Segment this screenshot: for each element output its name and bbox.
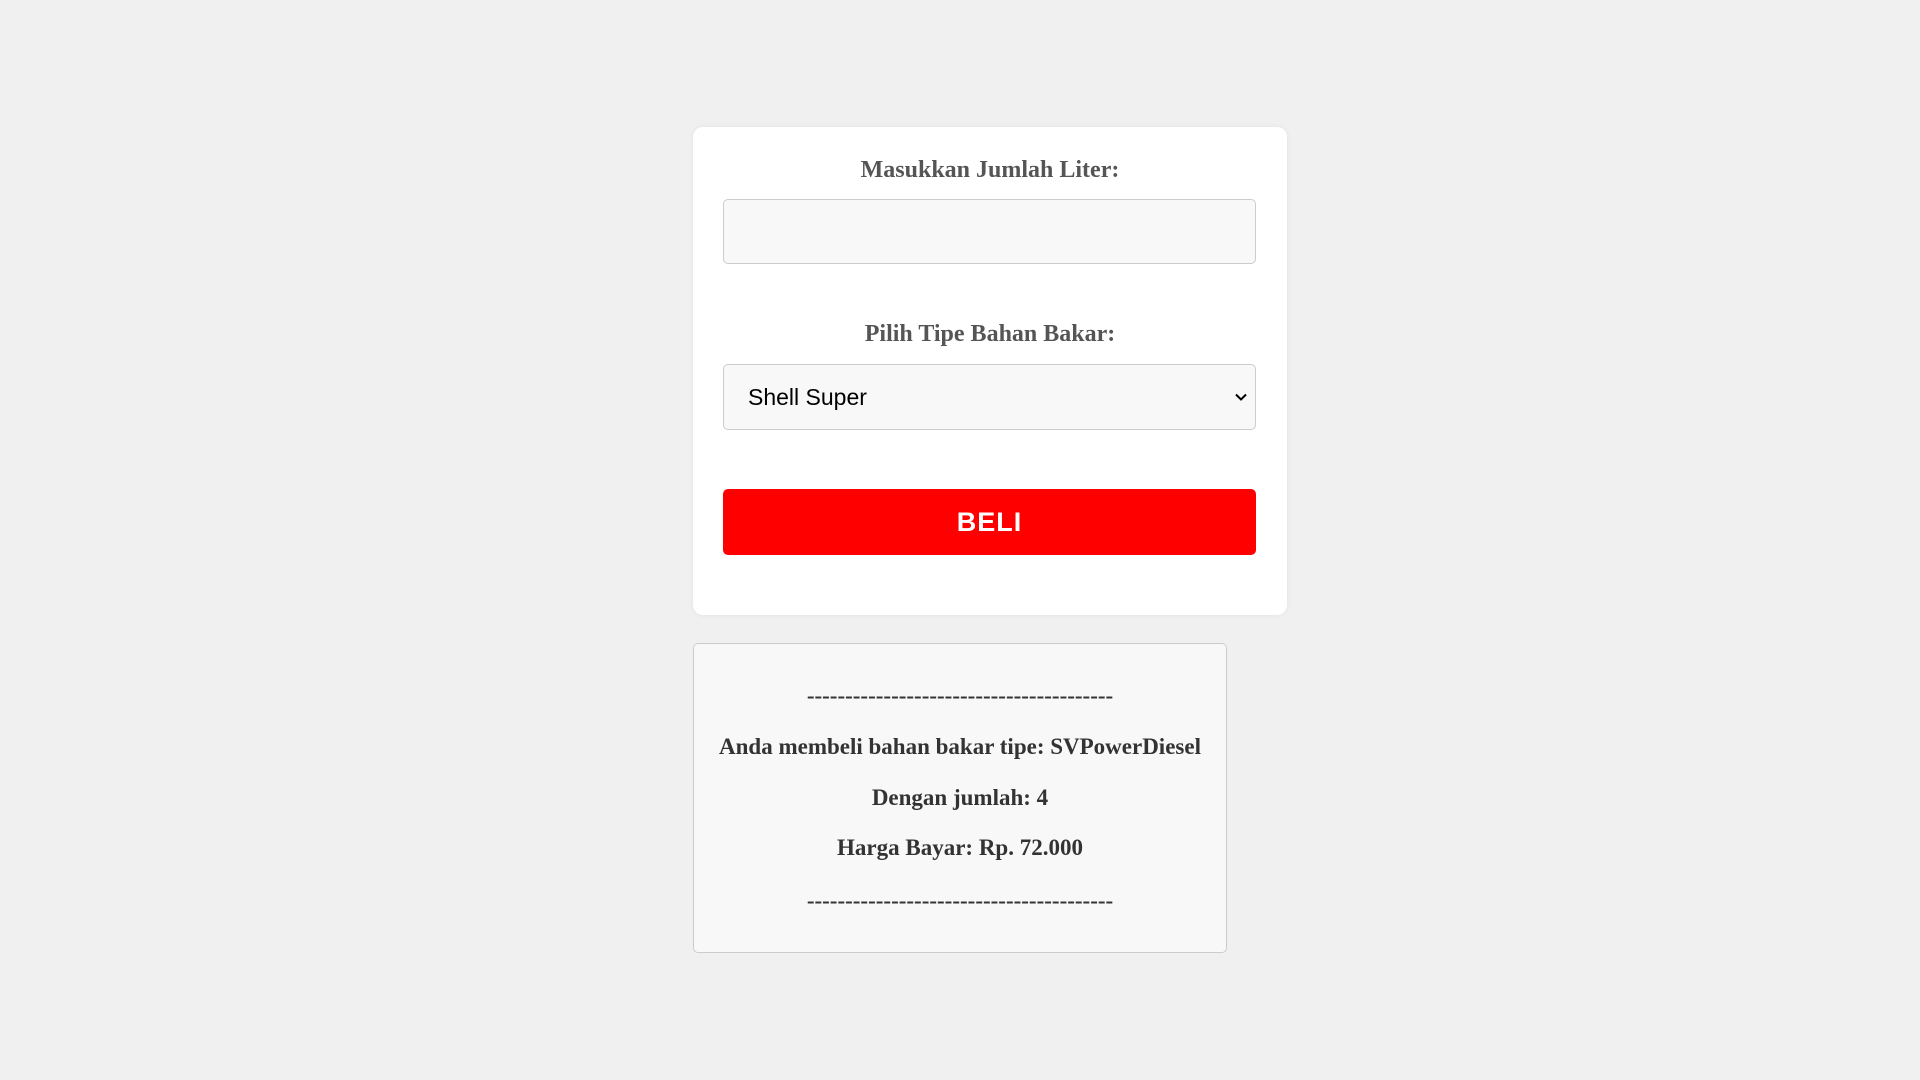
liter-input[interactable] xyxy=(723,199,1256,264)
liter-label: Masukkan Jumlah Liter: xyxy=(860,157,1120,183)
purchase-result-panel: ----------------------------------------… xyxy=(693,643,1227,953)
amount-result: Dengan jumlah: 4 xyxy=(871,785,1049,810)
purchase-form-card: Masukkan Jumlah Liter: Pilih Tipe Bahan … xyxy=(693,127,1287,615)
buy-button[interactable]: BELI xyxy=(723,489,1256,555)
price-result: Harga Bayar: Rp. 72.000 xyxy=(837,835,1083,860)
chevron-down-icon xyxy=(1235,393,1247,401)
separator-bottom: ---------------------------------------- xyxy=(806,888,1114,913)
fuel-type-select[interactable]: Shell Super xyxy=(723,364,1256,430)
fuel-type-result: Anda membeli bahan bakar tipe: SVPowerDi… xyxy=(719,734,1201,759)
separator-top: ---------------------------------------- xyxy=(806,683,1114,708)
fuel-type-label: Pilih Tipe Bahan Bakar: xyxy=(864,321,1116,347)
fuel-type-selected: Shell Super xyxy=(748,384,867,410)
